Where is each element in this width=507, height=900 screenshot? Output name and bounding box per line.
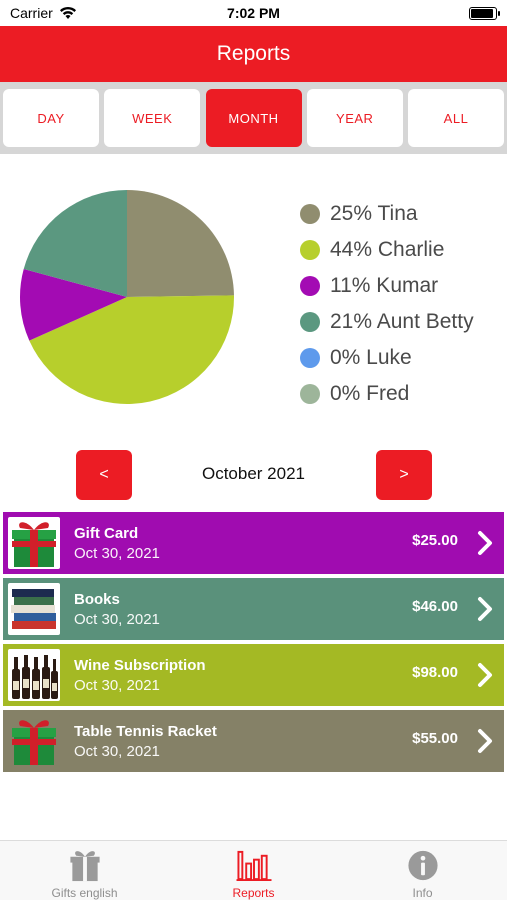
gift-name: Wine Subscription: [74, 656, 206, 674]
segment-label: WEEK: [132, 110, 173, 126]
gift-icon: [69, 851, 100, 882]
legend-item-luke: 0% Luke: [300, 340, 474, 376]
previous-month-label: <: [99, 466, 109, 483]
segment-day[interactable]: DAY: [3, 89, 99, 147]
wine-bottles-icon: [8, 649, 60, 701]
segment-label: MONTH: [228, 110, 279, 126]
legend-swatch: [300, 204, 320, 224]
legend-item-tina: 25% Tina: [300, 196, 474, 232]
next-month-label: >: [399, 466, 409, 483]
legend-label: 44% Charlie: [330, 238, 445, 261]
segment-label: DAY: [37, 110, 65, 126]
segment-year[interactable]: YEAR: [306, 89, 403, 147]
next-month-button[interactable]: >: [376, 450, 432, 500]
pie-slice-tina: [127, 190, 234, 297]
gift-price: $55.00: [412, 730, 458, 747]
gift-date: Oct 30, 2021: [74, 610, 160, 628]
tab-bar: Gifts english Reports Info: [0, 840, 507, 900]
gift-date: Oct 30, 2021: [74, 742, 160, 760]
gift-row-gift-card[interactable]: Gift Card Oct 30, 2021 $25.00: [3, 512, 504, 574]
tab-reports[interactable]: Reports: [169, 841, 338, 900]
legend-swatch: [300, 348, 320, 368]
gift-name: Table Tennis Racket: [74, 722, 217, 740]
legend-swatch: [300, 276, 320, 296]
status-left: Carrier: [10, 5, 77, 21]
tab-info[interactable]: Info: [338, 841, 507, 900]
month-navigator: < October 2021 >: [0, 450, 507, 500]
page-title: Reports: [216, 42, 291, 65]
segment-label: YEAR: [336, 110, 374, 126]
gift-row-books[interactable]: Books Oct 30, 2021 $46.00: [3, 578, 504, 640]
legend-swatch: [300, 312, 320, 332]
battery-icon: [469, 6, 500, 20]
legend-label: 21% Aunt Betty: [330, 310, 474, 333]
pie-chart-svg: [19, 190, 235, 405]
gift-name: Gift Card: [74, 524, 139, 542]
previous-month-button[interactable]: <: [76, 450, 132, 500]
segment-all[interactable]: ALL: [408, 89, 504, 147]
gift-name: Books: [74, 590, 120, 608]
tab-label: Gifts english: [51, 886, 118, 900]
gift-date: Oct 30, 2021: [74, 676, 160, 694]
legend-item-aunt-betty: 21% Aunt Betty: [300, 304, 474, 340]
segment-label: ALL: [443, 110, 469, 126]
gift-text: Wine Subscription Oct 30, 2021: [74, 657, 206, 694]
chevron-right-icon: [478, 729, 492, 753]
legend-item-kumar: 11% Kumar: [300, 268, 474, 304]
legend-item-fred: 0% Fred: [300, 376, 474, 412]
chevron-right-icon: [478, 663, 492, 687]
tab-label: Info: [412, 886, 433, 900]
status-bar: Carrier 7:02 PM: [0, 0, 507, 26]
gift-text: Books Oct 30, 2021: [74, 591, 160, 628]
gift-date: Oct 30, 2021: [74, 544, 160, 562]
tab-label: Reports: [232, 886, 275, 900]
legend-item-charlie: 44% Charlie: [300, 232, 474, 268]
wifi-icon: [59, 6, 76, 19]
gift-price: $98.00: [412, 664, 458, 681]
gift-box-icon: [8, 715, 60, 767]
info-icon: [407, 850, 438, 881]
current-month-label: October 2021: [201, 464, 305, 483]
gift-list: Gift Card Oct 30, 2021 $25.00 Books Oct …: [3, 512, 504, 776]
chart-legend: 25% Tina 44% Charlie 11% Kumar 21% Aunt …: [300, 196, 474, 412]
gift-row-table-tennis-racket[interactable]: Table Tennis Racket Oct 30, 2021 $55.00: [3, 710, 504, 772]
legend-swatch: [300, 384, 320, 404]
pie-chart: [18, 188, 236, 406]
tab-gifts[interactable]: Gifts english: [0, 841, 169, 900]
gift-box-icon: [8, 517, 60, 569]
gift-price: $46.00: [412, 598, 458, 615]
bar-chart-icon: [236, 850, 271, 882]
chevron-right-icon: [478, 597, 492, 621]
nav-bar: Reports: [0, 26, 507, 82]
legend-swatch: [300, 240, 320, 260]
period-segment-control: DAY WEEK MONTH YEAR ALL: [0, 82, 507, 154]
legend-label: 0% Luke: [330, 346, 412, 369]
legend-label: 25% Tina: [330, 202, 418, 225]
segment-month[interactable]: MONTH: [205, 89, 302, 147]
gift-text: Table Tennis Racket Oct 30, 2021: [74, 723, 217, 760]
segment-week[interactable]: WEEK: [104, 89, 201, 147]
gift-price: $25.00: [412, 532, 458, 549]
gift-text: Gift Card Oct 30, 2021: [74, 525, 160, 562]
books-icon: [8, 583, 60, 635]
gift-row-wine-subscription[interactable]: Wine Subscription Oct 30, 2021 $98.00: [3, 644, 504, 706]
legend-label: 11% Kumar: [330, 274, 439, 297]
carrier-label: Carrier: [10, 5, 53, 21]
chevron-right-icon: [478, 531, 492, 555]
legend-label: 0% Fred: [330, 382, 410, 405]
